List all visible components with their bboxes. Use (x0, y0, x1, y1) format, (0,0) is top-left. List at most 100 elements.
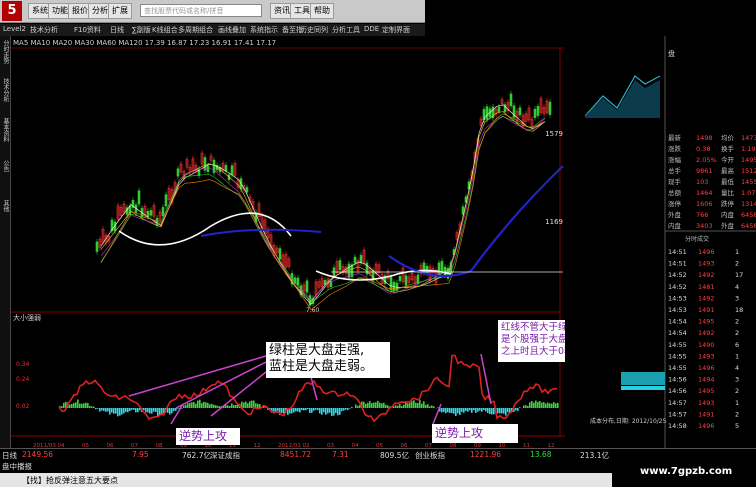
bar-strong (355, 404, 357, 408)
bar-weak (117, 408, 119, 417)
trade-cell: 14:58 (668, 422, 687, 430)
function-menubar: Level2 技术分析 F10资料 日线 ∑副版 K线组合 多周期组合 画线叠加… (0, 24, 425, 36)
bar-strong (83, 403, 85, 408)
menu-item-level2[interactable]: Level2 (3, 25, 26, 33)
menu-item-hist[interactable]: 历史同列 (300, 25, 328, 35)
quote-cell: 1464 (696, 189, 713, 197)
bar-weak (337, 408, 339, 416)
bar-weak (319, 408, 321, 414)
bar-weak (313, 408, 315, 411)
candle-body (230, 165, 234, 175)
bar-strong (557, 402, 559, 408)
menu-item-kline[interactable]: K线组合 (152, 25, 178, 35)
trade-cell: 1 (735, 248, 739, 256)
trade-cell: 14:56 (668, 387, 687, 395)
quote-cell: 1498 (696, 134, 713, 142)
bar-weak (115, 408, 117, 414)
trade-cell: 14:55 (668, 352, 687, 360)
menu-item-custom[interactable]: 定制界面 (382, 25, 410, 35)
bar-strong (529, 402, 531, 408)
menu-item-draw[interactable]: 画线叠加 (218, 25, 246, 35)
bar-weak (339, 408, 341, 415)
left-tab-timeline[interactable]: 分时走势 (1, 40, 9, 64)
toolbar-button-8[interactable]: 帮助 (310, 3, 334, 19)
menu-item-sys[interactable]: 系统指示 (250, 25, 278, 35)
status-broadcast[interactable]: 盘中播报 (2, 461, 32, 472)
trade-cell: 1 (735, 352, 739, 360)
kline-chart[interactable]: MA5 MA10 MA20 MA30 MA60 MA120 17.39 16.8… (11, 36, 565, 448)
candle-body (359, 255, 363, 264)
bar-strong (369, 401, 371, 408)
indicator-value-2: 0.24 (16, 376, 30, 383)
trade-cell: 3 (735, 376, 739, 384)
trade-cell: 1492 (698, 294, 715, 302)
bar-strong (533, 402, 535, 408)
bar-weak (291, 408, 293, 414)
bar-weak (123, 408, 125, 414)
left-tab-other[interactable]: 其他 (1, 200, 9, 212)
quote-cell: 1.07 (741, 189, 755, 197)
trade-cell: 5 (735, 422, 739, 430)
bar-strong (379, 402, 381, 408)
bar-strong (257, 403, 259, 408)
trade-cell: 1495 (698, 387, 715, 395)
menu-item-tools[interactable]: 分析工具 (332, 25, 360, 35)
bar-weak (307, 408, 309, 410)
indicator-value-3: 0.02 (16, 403, 30, 410)
trade-cell: 1490 (698, 341, 715, 349)
trade-cell: 14:56 (668, 376, 687, 384)
bar-strong (387, 405, 389, 408)
menu-item-f10[interactable]: F10资料 (74, 25, 101, 35)
menu-item-daily[interactable]: 日线 (110, 25, 124, 35)
bar-weak (137, 408, 139, 413)
bar-weak (507, 408, 509, 413)
left-tab-basic[interactable]: 基本资料 (1, 118, 9, 142)
bar-weak (107, 408, 109, 412)
quote-cell: 总手 (668, 166, 682, 175)
bar-strong (409, 402, 411, 408)
menu-item-multi[interactable]: 多周期组合 (178, 25, 213, 35)
bar-weak (443, 408, 445, 412)
candle-body (146, 210, 150, 217)
bar-strong (213, 404, 215, 408)
menu-item-tech[interactable]: 技术分析 (30, 25, 58, 35)
bar-weak (153, 408, 155, 412)
tick-sh-change: 7.95 (132, 450, 149, 459)
quote-cell: 换手 (721, 144, 735, 153)
menu-item-dde[interactable]: DDE (364, 25, 379, 33)
left-tab-tech[interactable]: 技术分析 (1, 78, 9, 102)
bar-weak (171, 408, 173, 414)
quote-cell: 1.19% (741, 145, 756, 153)
search-input[interactable]: 查找股票代码或名称/拼音 (140, 4, 262, 17)
trade-cell: 1491 (698, 410, 715, 418)
bar-weak (447, 408, 449, 413)
quote-cell: 最新 (668, 133, 682, 142)
bar-strong (397, 405, 399, 408)
bar-strong (81, 403, 83, 408)
bar-weak (345, 408, 347, 410)
bar-strong (523, 405, 525, 408)
quote-cell: 2.05% (696, 156, 717, 164)
bar-weak (295, 408, 297, 412)
left-tab-notice[interactable]: 公告 (1, 160, 9, 172)
bar-strong (201, 403, 203, 408)
bar-strong (93, 406, 95, 408)
candle-body (149, 210, 153, 216)
bar-strong (187, 403, 189, 408)
quote-cell: 今开 (721, 155, 735, 164)
toolbar-button-5[interactable]: 扩展 (108, 3, 132, 19)
candle-body (509, 93, 513, 107)
bar-strong (381, 403, 383, 408)
bar-weak (483, 408, 485, 410)
bar-weak (329, 408, 331, 413)
bar-strong (423, 401, 425, 408)
bar-weak (455, 408, 457, 417)
bar-weak (309, 408, 311, 413)
trade-cell: 6 (735, 341, 739, 349)
news-headline[interactable]: 【找】抢反弹注意五大要点 (22, 475, 118, 486)
candle-body (398, 276, 402, 282)
menu-item-sub[interactable]: ∑副版 (132, 25, 151, 35)
trades-tab[interactable]: 分时成交 (685, 235, 709, 243)
bar-strong (197, 400, 199, 408)
trade-cell: 4 (735, 364, 739, 372)
